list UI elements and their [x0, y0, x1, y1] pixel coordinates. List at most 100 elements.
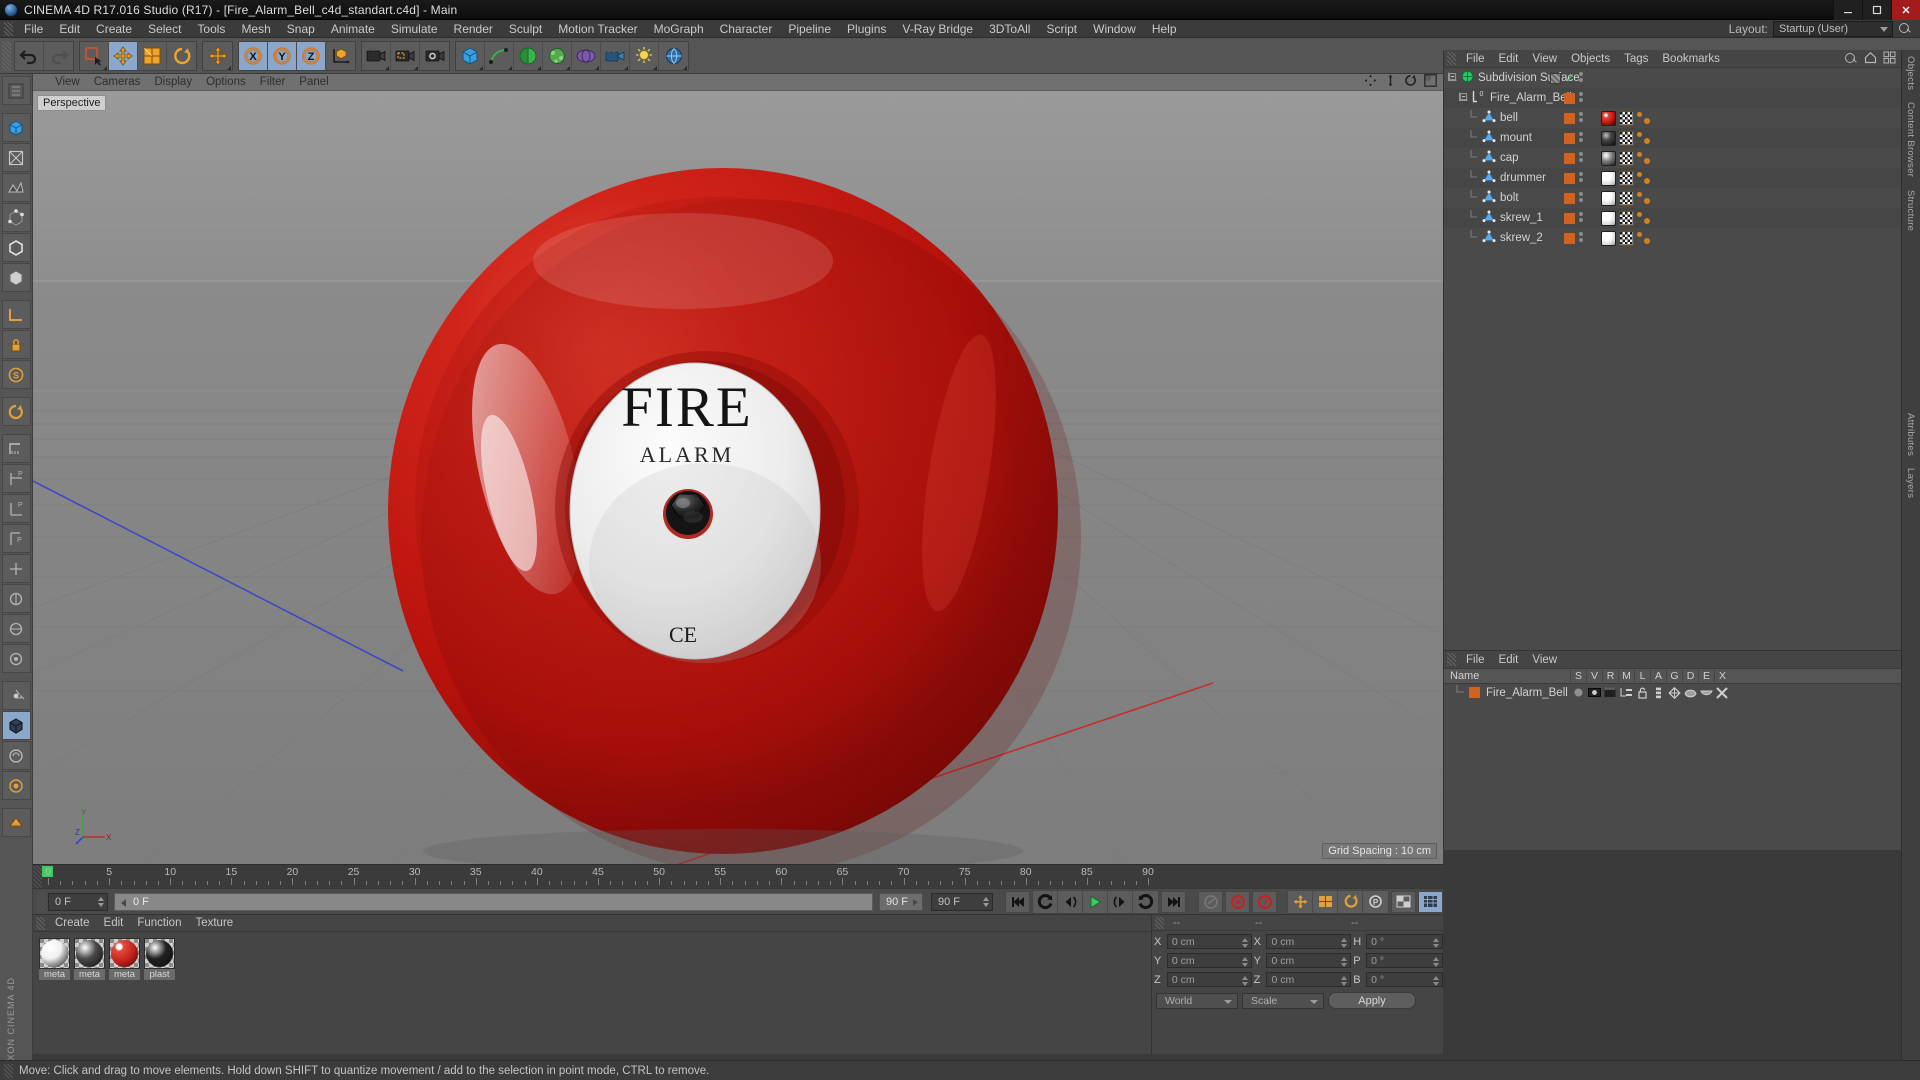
- home-icon[interactable]: [1864, 51, 1877, 67]
- object-layer-color-swatch[interactable]: [1564, 173, 1575, 184]
- world-object-coordinates-button[interactable]: [326, 41, 355, 70]
- coordinate-input[interactable]: 0 °: [1366, 934, 1443, 949]
- layer-toggle-l-icon[interactable]: [1634, 687, 1650, 699]
- layer-color-swatch[interactable]: [1469, 687, 1480, 698]
- expand-collapse-icon[interactable]: [1459, 92, 1468, 104]
- spinner-icon[interactable]: [1341, 957, 1348, 967]
- autokey-toggle-button[interactable]: ?: [1252, 890, 1277, 913]
- object-row[interactable]: 0 Fire_Alarm_Bell: [1444, 88, 1901, 108]
- menu-create[interactable]: Create: [88, 20, 140, 38]
- record-button[interactable]: [1225, 890, 1250, 913]
- viewport[interactable]: View Cameras Display Options Filter Pane…: [33, 74, 1443, 864]
- material-menu-create[interactable]: Create: [48, 915, 97, 932]
- object-menu-file[interactable]: File: [1459, 50, 1492, 68]
- object-row[interactable]: Subdivision Surface ✓: [1444, 68, 1901, 88]
- layer-menu-view[interactable]: View: [1525, 651, 1564, 669]
- render-region-toggle-icon[interactable]: [1, 771, 31, 800]
- undo-button[interactable]: [15, 41, 44, 70]
- redo-button[interactable]: [44, 41, 73, 70]
- tag-dots-icon[interactable]: [1637, 211, 1654, 226]
- viewport-menu-filter[interactable]: Filter: [253, 74, 293, 91]
- maximize-button[interactable]: [1862, 0, 1891, 20]
- edges-mode-icon[interactable]: [1, 233, 31, 262]
- viewport-menu-panel[interactable]: Panel: [292, 74, 335, 91]
- timeline-scrub-field[interactable]: 0 F: [114, 892, 873, 911]
- object-menu-view[interactable]: View: [1525, 50, 1564, 68]
- live-selection-button[interactable]: [80, 41, 109, 70]
- loop-button[interactable]: [1133, 890, 1158, 913]
- tag-dots-icon[interactable]: [1637, 151, 1654, 166]
- menu-vray-bridge[interactable]: V-Ray Bridge: [894, 20, 981, 38]
- dolly-view-icon[interactable]: [1384, 74, 1397, 90]
- plane-key-button[interactable]: [1391, 890, 1416, 913]
- uvw-tag-icon[interactable]: [1619, 170, 1634, 186]
- spinner-icon[interactable]: [1432, 976, 1439, 986]
- workplane-icon[interactable]: [1, 300, 31, 329]
- layer-toggle-g-icon[interactable]: [1666, 686, 1682, 699]
- material-tag-icon[interactable]: [1601, 170, 1616, 186]
- right-tab-structure[interactable]: Structure: [1902, 184, 1919, 237]
- menu-script[interactable]: Script: [1038, 20, 1085, 38]
- timeline-ruler[interactable]: 0 5 10 15 20 25 30 35 40 45 50 55 60 65 70 75 80 85 90: [33, 864, 1443, 888]
- viewport-menu-display[interactable]: Display: [147, 74, 199, 91]
- object-layer-color-swatch[interactable]: [1564, 153, 1575, 164]
- object-row[interactable]: mount: [1444, 128, 1901, 148]
- coordinate-system-select[interactable]: World: [1156, 992, 1238, 1009]
- coordinate-input[interactable]: 0 cm: [1266, 972, 1352, 987]
- layer-toggle-e-icon[interactable]: [1698, 687, 1714, 699]
- menu-motion-tracker[interactable]: Motion Tracker: [550, 20, 645, 38]
- axis-p4-icon[interactable]: [1, 554, 31, 583]
- spinner-icon[interactable]: [1241, 938, 1248, 948]
- rotate-view-icon[interactable]: [1, 397, 31, 426]
- coordinate-input[interactable]: 0 cm: [1166, 972, 1252, 987]
- menu-snap[interactable]: Snap: [279, 20, 323, 38]
- render-view-button[interactable]: [362, 41, 391, 70]
- spinner-icon[interactable]: [1241, 957, 1248, 967]
- material-preview-sphere[interactable]: [109, 938, 140, 969]
- deformer-toggle-icon[interactable]: [1, 741, 31, 770]
- maximize-viewport-icon[interactable]: [1424, 74, 1437, 90]
- axis-p6-icon[interactable]: [1, 614, 31, 643]
- layer-row[interactable]: Fire_Alarm_Bell: [1444, 684, 1901, 701]
- x-axis-lock-button[interactable]: X: [239, 41, 268, 70]
- object-visibility-dots[interactable]: [1579, 212, 1583, 222]
- material-item[interactable]: meta: [39, 938, 70, 980]
- coordinate-input[interactable]: 0 cm: [1166, 934, 1252, 949]
- object-row[interactable]: drummer: [1444, 168, 1901, 188]
- object-layer-color-swatch[interactable]: [1564, 133, 1575, 144]
- minimize-button[interactable]: [1833, 0, 1862, 20]
- layer-rows[interactable]: Fire_Alarm_Bell: [1444, 684, 1901, 701]
- filter-icon[interactable]: [1883, 51, 1896, 67]
- light-button[interactable]: [630, 41, 659, 70]
- menu-edit[interactable]: Edit: [51, 20, 88, 38]
- step-forward-button[interactable]: [1108, 890, 1133, 913]
- menu-file[interactable]: File: [16, 20, 51, 38]
- measure-icon[interactable]: [1, 434, 31, 463]
- rotation-key-button[interactable]: [1338, 890, 1363, 913]
- generators-button[interactable]: [514, 41, 543, 70]
- uvw-tag-icon[interactable]: [1619, 190, 1634, 206]
- tag-dots-icon[interactable]: [1637, 191, 1654, 206]
- layer-menu-file[interactable]: File: [1459, 651, 1492, 669]
- material-item[interactable]: plast: [144, 938, 175, 980]
- spinner-icon[interactable]: [1432, 938, 1439, 948]
- menu-mesh[interactable]: Mesh: [233, 20, 278, 38]
- move-alt-button[interactable]: [203, 41, 232, 70]
- object-row[interactable]: bolt: [1444, 188, 1901, 208]
- start-frame-field[interactable]: 0 F: [48, 892, 108, 911]
- menu-help[interactable]: Help: [1144, 20, 1185, 38]
- pan-view-icon[interactable]: [1364, 74, 1377, 90]
- menu-pipeline[interactable]: Pipeline: [780, 20, 839, 38]
- go-to-end-button[interactable]: [1161, 890, 1186, 913]
- layer-column-r[interactable]: R: [1602, 670, 1618, 682]
- spinner-icon[interactable]: [1241, 976, 1248, 986]
- right-tab-layers[interactable]: Layers: [1902, 462, 1919, 504]
- scale-key-button[interactable]: [1313, 890, 1338, 913]
- object-visibility-dots[interactable]: [1579, 192, 1583, 202]
- polygon-mode-icon[interactable]: [1, 173, 31, 202]
- coordinate-input[interactable]: 0 °: [1366, 953, 1443, 968]
- render-region-button[interactable]: [391, 41, 420, 70]
- move-tool-button[interactable]: [109, 41, 138, 70]
- menu-character[interactable]: Character: [712, 20, 781, 38]
- undo-view-icon[interactable]: [1, 76, 31, 105]
